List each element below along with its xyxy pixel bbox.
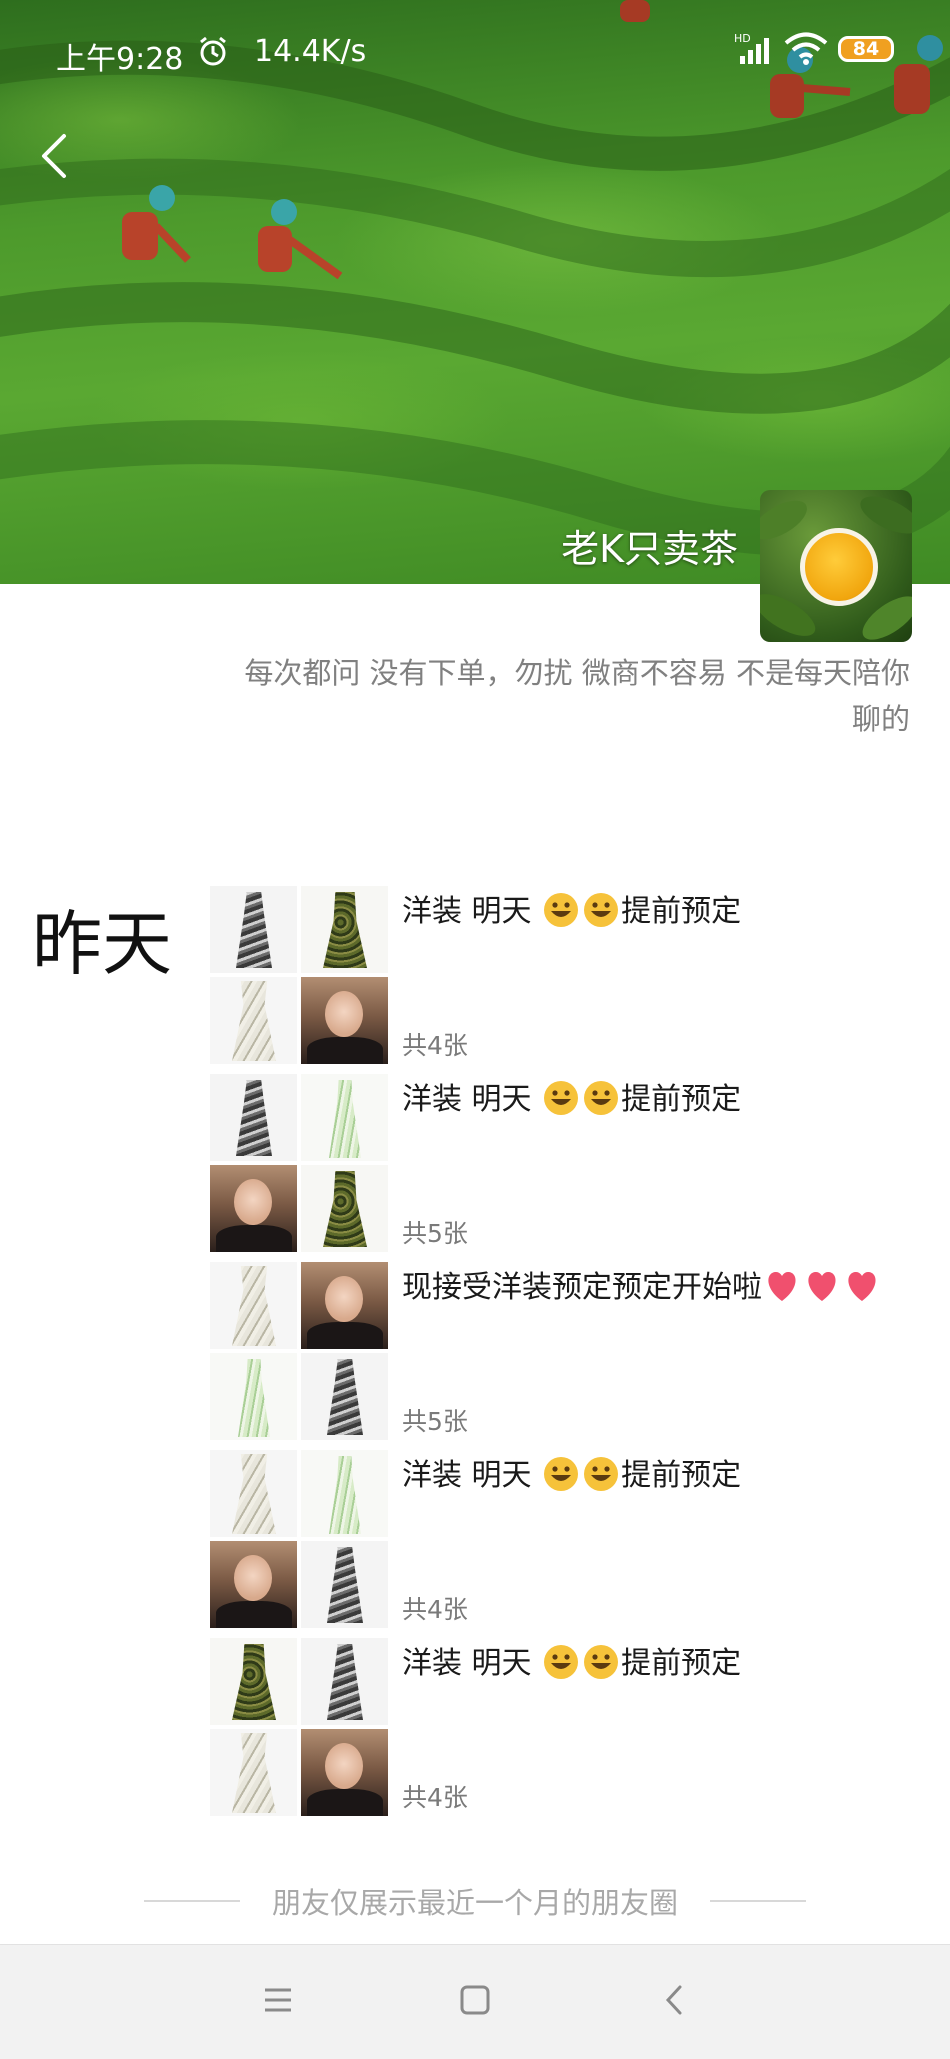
grin-emoji-icon <box>541 893 581 929</box>
post-text: 现接受洋装预定预定开始啦 <box>402 1264 922 1312</box>
photo-count: 共4张 <box>402 1595 468 1624</box>
photo-count: 共5张 <box>402 1407 468 1436</box>
post-text-tail: 提前预定 <box>621 1458 742 1493</box>
image-grid <box>210 1450 388 1628</box>
photo-thumbnail[interactable] <box>210 1638 297 1725</box>
owner-name[interactable]: 老K只卖茶 <box>561 518 738 573</box>
post-text-main: 现接受洋装预定预定开始啦 <box>402 1270 762 1305</box>
menu-icon <box>265 1988 291 2012</box>
signature-text: 每次都问 没有下单，勿扰 微商不容易 不是每天陪你聊的 <box>244 656 910 736</box>
post-text-tail: 提前预定 <box>621 1082 742 1117</box>
post-text: 洋装 明天 提前预定 <box>402 1076 922 1124</box>
photo-thumbnail[interactable] <box>210 886 297 973</box>
photo-thumbnail[interactable] <box>210 977 297 1064</box>
heart-emoji-icon <box>842 1270 882 1305</box>
moment-post[interactable]: 洋装 明天 提前预定共4张 <box>210 1638 930 1826</box>
image-grid <box>210 1074 388 1252</box>
photo-thumbnail[interactable] <box>301 1729 388 1816</box>
image-grid <box>210 1638 388 1816</box>
image-grid <box>210 886 388 1064</box>
photo-thumbnail[interactable] <box>210 1353 297 1440</box>
photo-thumbnail[interactable] <box>301 1541 388 1628</box>
grin-emoji-icon <box>541 1645 581 1681</box>
post-text-tail: 提前预定 <box>621 894 742 929</box>
tea-cup <box>800 528 878 606</box>
menu-button[interactable] <box>253 1975 303 2025</box>
grin-emoji-icon <box>581 1457 621 1493</box>
post-text: 洋装 明天 提前预定 <box>402 1452 922 1500</box>
network-speed: 14.4K/s <box>254 34 367 69</box>
moment-post[interactable]: 现接受洋装预定预定开始啦共5张 <box>210 1262 930 1450</box>
home-square-icon <box>460 1985 490 2015</box>
status-bar: 上午9:28 14.4K/s HD 84 <box>0 0 950 104</box>
back-button[interactable] <box>30 126 80 186</box>
photo-thumbnail[interactable] <box>301 1262 388 1349</box>
post-text: 洋装 明天 提前预定 <box>402 888 922 936</box>
grin-emoji-icon <box>581 1081 621 1117</box>
photo-count: 共4张 <box>402 1031 468 1060</box>
grin-emoji-icon <box>581 893 621 929</box>
system-nav-bar <box>0 1944 950 2059</box>
moment-post[interactable]: 洋装 明天 提前预定共5张 <box>210 1074 930 1262</box>
photo-thumbnail[interactable] <box>210 1450 297 1537</box>
status-time: 上午9:28 <box>56 42 184 77</box>
photo-thumbnail[interactable] <box>301 1450 388 1537</box>
post-text-main: 洋装 明天 <box>402 894 542 929</box>
footer-note: 朋友仅展示最近一个月的朋友圈 <box>271 1886 678 1920</box>
back-triangle-icon <box>665 1985 682 2015</box>
heart-emoji-icon <box>802 1270 842 1305</box>
photo-count: 共5张 <box>402 1219 468 1248</box>
heart-emoji-icon <box>762 1270 802 1305</box>
photo-thumbnail[interactable] <box>210 1541 297 1628</box>
photo-thumbnail[interactable] <box>210 1074 297 1161</box>
grin-emoji-icon <box>541 1457 581 1493</box>
moment-post[interactable]: 洋装 明天 提前预定共4张 <box>210 1450 930 1638</box>
photo-thumbnail[interactable] <box>301 886 388 973</box>
avatar[interactable] <box>760 490 912 642</box>
photo-thumbnail[interactable] <box>301 1165 388 1252</box>
svg-text:HD: HD <box>734 32 751 45</box>
grin-emoji-icon <box>541 1081 581 1117</box>
post-text: 洋装 明天 提前预定 <box>402 1640 922 1688</box>
post-text-main: 洋装 明天 <box>402 1082 542 1117</box>
home-button[interactable] <box>450 1975 500 2025</box>
grin-emoji-icon <box>581 1645 621 1681</box>
photo-thumbnail[interactable] <box>210 1729 297 1816</box>
photo-thumbnail[interactable] <box>301 1074 388 1161</box>
photo-thumbnail[interactable] <box>301 977 388 1064</box>
post-text-main: 洋装 明天 <box>402 1646 542 1681</box>
date-label-yesterday: 昨天 <box>32 903 172 985</box>
nav-back-button[interactable] <box>650 1975 700 2025</box>
moment-post[interactable]: 洋装 明天 提前预定共4张 <box>210 886 930 1074</box>
photo-thumbnail[interactable] <box>301 1353 388 1440</box>
chevron-left-icon <box>42 134 66 178</box>
photo-count: 共4张 <box>402 1783 468 1812</box>
image-grid <box>210 1262 388 1440</box>
photo-thumbnail[interactable] <box>301 1638 388 1725</box>
battery-icon: 84 <box>838 36 894 62</box>
post-text-tail: 提前预定 <box>621 1646 742 1681</box>
post-text-main: 洋装 明天 <box>402 1458 542 1493</box>
photo-thumbnail[interactable] <box>210 1262 297 1349</box>
photo-thumbnail[interactable] <box>210 1165 297 1252</box>
